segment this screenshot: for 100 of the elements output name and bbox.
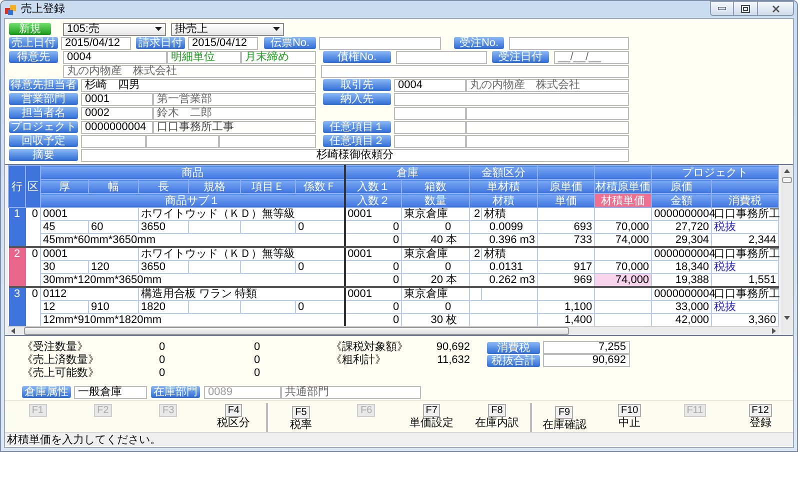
column-header: 区 — [26, 166, 40, 208]
header-cell — [538, 166, 595, 180]
input-field[interactable]: 杉崎 四男 — [81, 78, 316, 92]
input-field[interactable] — [466, 120, 629, 134]
label-button[interactable]: 受注No. — [454, 37, 504, 49]
table-cell: 0 — [344, 300, 402, 314]
label-button[interactable]: 請求日付 — [136, 37, 185, 49]
input-field[interactable]: 丸の内物産 株式会社 — [63, 64, 316, 78]
input-field[interactable]: 0004 — [63, 50, 167, 64]
total-label: 《売上済数量》 — [21, 352, 100, 367]
input-field[interactable]: __/__/__ — [554, 50, 629, 64]
input-field[interactable]: 2015/04/12 — [188, 36, 258, 50]
input-field[interactable] — [321, 64, 629, 78]
row-number[interactable]: 1 — [8, 208, 26, 247]
scrollbar-thumb[interactable] — [782, 177, 792, 183]
table-cell: 0 — [344, 234, 402, 247]
horizontal-scrollbar[interactable] — [8, 326, 780, 335]
row-number[interactable]: 2 — [8, 247, 26, 287]
label-button[interactable]: プロジェクト — [9, 121, 78, 133]
input-field[interactable]: 一般倉庫 — [74, 386, 147, 398]
input-field[interactable] — [146, 134, 219, 148]
left-arrow-icon — [10, 328, 16, 334]
total-label: 《粗利計》 — [331, 352, 387, 368]
table-cell: 74,000 — [594, 234, 652, 247]
column-header: 箱数 — [402, 180, 470, 194]
label-button[interactable]: 任意項目１ — [323, 121, 391, 133]
table-cell — [188, 260, 240, 274]
table-cell: 東京倉庫 — [402, 247, 470, 260]
input-field[interactable] — [394, 120, 466, 134]
input-field[interactable]: 90,692 — [543, 354, 630, 367]
column-header: 原単価 — [538, 180, 595, 194]
label-button[interactable]: 倉庫属性 — [22, 386, 71, 398]
row-number[interactable]: 3 — [8, 287, 26, 327]
input-field[interactable]: 丸の内物産 株式会社 — [466, 78, 629, 92]
close-button[interactable] — [758, 1, 794, 16]
column-header: 入数１ — [344, 180, 402, 194]
label-button[interactable]: 得意先 — [9, 51, 58, 63]
input-field[interactable] — [466, 106, 629, 120]
label-button[interactable]: 任意項目２ — [323, 135, 391, 147]
table-cell — [188, 220, 240, 234]
maximize-button[interactable] — [734, 1, 758, 16]
input-field[interactable] — [394, 92, 629, 106]
input-field[interactable] — [396, 50, 487, 64]
label-button[interactable]: 受注日付 — [492, 51, 549, 63]
table-cell: 1,551 — [712, 274, 779, 287]
label-button[interactable]: 得意先担当者 — [9, 79, 78, 91]
column-header: 単価 — [538, 194, 595, 208]
input-field[interactable]: 明細単位 — [167, 50, 241, 64]
table-cell: 12 — [40, 300, 88, 314]
label-button[interactable]: 営業部門 — [9, 93, 78, 105]
input-field[interactable] — [219, 134, 316, 148]
input-field[interactable]: 0004 — [394, 78, 466, 92]
scrollbar-thumb[interactable] — [24, 327, 569, 335]
label-button[interactable]: 税抜合計 — [487, 354, 540, 366]
column-header: 長 — [138, 180, 188, 194]
input-field[interactable]: 鈴木 二郎 — [153, 106, 316, 120]
input-field[interactable]: 2015/04/12 — [61, 36, 131, 50]
vertical-scrollbar[interactable] — [781, 165, 793, 335]
label-button[interactable]: 納入先 — [323, 93, 391, 105]
label-button[interactable]: 債権No. — [323, 51, 391, 63]
table-cell: 1,100 — [538, 300, 595, 314]
header-cell — [594, 166, 652, 180]
input-field[interactable] — [394, 134, 466, 148]
right-arrow-icon — [771, 328, 778, 334]
label-button[interactable]: 伝票No. — [264, 37, 316, 49]
label-button[interactable]: 消費税 — [487, 342, 540, 354]
table-cell: 0.396 m3 — [470, 234, 538, 247]
table-cell: 0 — [26, 247, 40, 287]
input-field[interactable]: 第一営業部 — [153, 92, 316, 106]
table-cell: 税抜 — [712, 260, 779, 274]
minimize-button[interactable] — [710, 1, 734, 16]
total-label: 《受注数量》 — [21, 340, 89, 354]
input-field[interactable]: 杉崎様御依頼分 — [81, 148, 629, 162]
input-field[interactable] — [81, 134, 146, 148]
table-cell: 29,304 — [652, 234, 712, 247]
close-icon — [772, 4, 780, 12]
input-field[interactable]: 口口事務所工事 — [153, 120, 316, 134]
input-field[interactable]: 月末締め — [241, 50, 316, 64]
dropdown[interactable]: 105:売 — [63, 22, 166, 36]
input-field[interactable] — [394, 106, 466, 120]
label-button[interactable]: 新規 — [9, 23, 51, 35]
label-button[interactable]: 売上日付 — [9, 37, 58, 49]
input-field[interactable] — [509, 36, 629, 50]
table-cell: 18,340 — [652, 260, 712, 274]
input-field[interactable] — [466, 134, 629, 148]
input-field[interactable]: 0000000004 — [81, 120, 153, 134]
input-field[interactable]: 0002 — [81, 106, 153, 120]
table-cell: ホワイトウッド（ＫＤ）無等級 — [138, 247, 345, 260]
label-button[interactable]: 回収予定 — [9, 135, 78, 147]
table-cell: 税抜 — [712, 220, 779, 234]
table-cell: 45mm*60mm*3650mm — [40, 234, 345, 247]
input-field[interactable]: 7,255 — [543, 341, 630, 354]
column-header: 原価 — [652, 180, 712, 194]
input-field[interactable] — [319, 36, 441, 50]
label-button[interactable]: 摘要 — [9, 149, 78, 161]
column-header: 商品サブ１ — [40, 194, 345, 208]
label-button[interactable]: 取引先 — [323, 79, 391, 91]
label-button[interactable]: 担当者名 — [9, 107, 78, 119]
input-field[interactable]: 0001 — [81, 92, 153, 106]
dropdown[interactable]: 掛売上 — [171, 22, 284, 36]
